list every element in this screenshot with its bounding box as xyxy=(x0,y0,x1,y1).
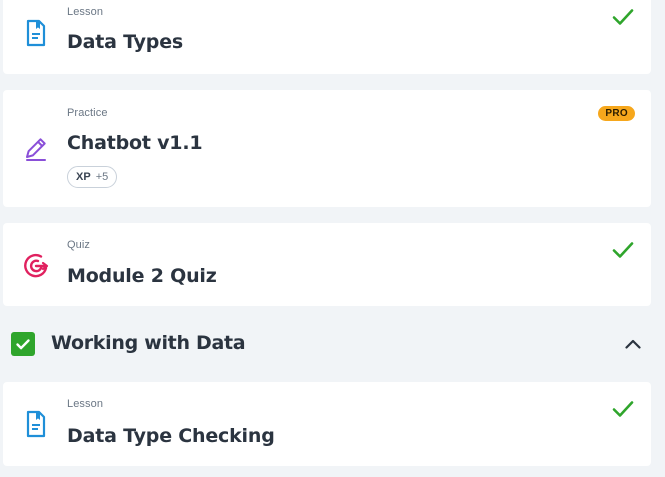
item-type-label: Quiz xyxy=(67,239,91,251)
completed-check-icon xyxy=(612,9,634,25)
item-title[interactable]: Module 2 Quiz xyxy=(67,265,217,287)
lesson-doc-icon xyxy=(26,410,46,438)
completed-check-icon xyxy=(612,401,634,417)
completed-check-icon xyxy=(612,242,634,258)
quiz-card-module-2[interactable]: Quiz Module 2 Quiz xyxy=(3,223,651,306)
chevron-up-icon[interactable] xyxy=(623,334,643,354)
practice-card-chatbot[interactable]: Practice Chatbot v1.1 PRO XP +5 xyxy=(3,90,651,207)
lesson-card-data-types[interactable]: Lesson Data Types xyxy=(3,0,651,74)
lesson-card-data-type-checking[interactable]: Lesson Data Type Checking xyxy=(3,382,651,466)
target-icon xyxy=(24,253,49,278)
checkmark-icon xyxy=(16,339,30,350)
item-title[interactable]: Data Types xyxy=(67,31,183,53)
section-header-working-with-data[interactable]: Working with Data xyxy=(0,322,665,366)
item-type-label: Lesson xyxy=(67,398,104,410)
lesson-doc-icon xyxy=(26,19,46,47)
pencil-icon xyxy=(26,138,46,161)
item-type-label: Practice xyxy=(67,107,108,119)
item-title[interactable]: Chatbot v1.1 xyxy=(67,132,203,154)
section-title: Working with Data xyxy=(51,332,246,354)
xp-value: +5 xyxy=(95,171,109,183)
pro-badge: PRO xyxy=(598,106,635,121)
item-type-label: Lesson xyxy=(67,6,104,18)
item-title[interactable]: Data Type Checking xyxy=(67,425,275,447)
xp-label: XP xyxy=(76,171,91,183)
xp-chip: XP +5 xyxy=(67,166,118,188)
section-complete-checkbox xyxy=(11,332,35,356)
